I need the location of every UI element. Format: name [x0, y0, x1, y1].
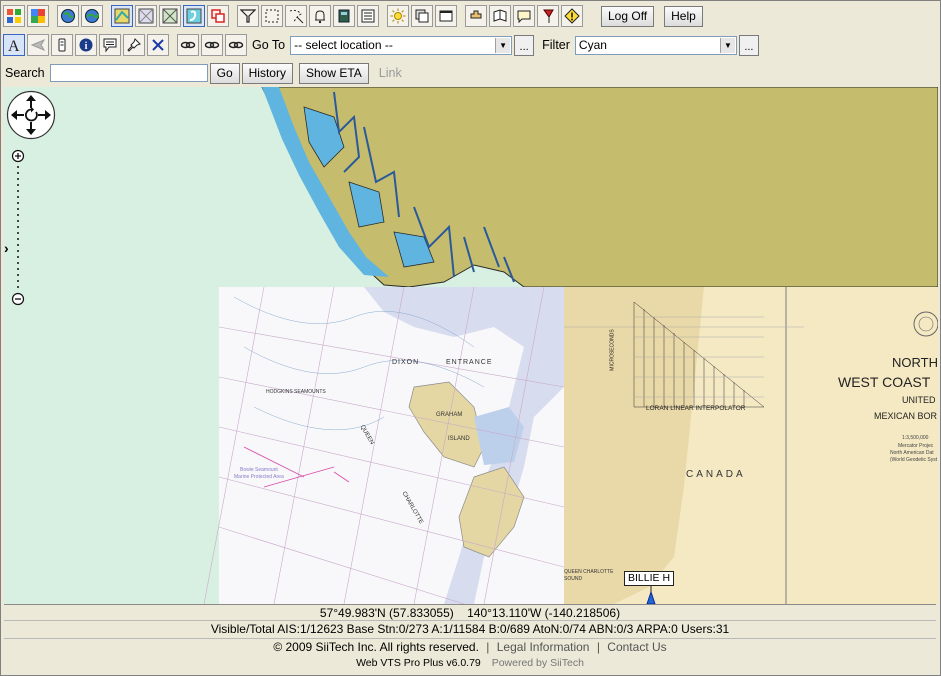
legal-information-link[interactable]: Legal Information — [497, 640, 590, 654]
history-button[interactable]: History — [241, 62, 293, 84]
zoom-control — [11, 149, 25, 309]
help-button[interactable]: Help — [664, 5, 703, 27]
chart-title-west-coast: WEST COAST — [838, 374, 931, 390]
layer-yellow-icon[interactable] — [111, 5, 133, 27]
coordinates-readout: 57°49.983'N (57.833055) 140°13.110'W (-1… — [4, 604, 936, 621]
info-icon[interactable]: i — [75, 34, 97, 56]
sun-icon[interactable] — [387, 5, 409, 27]
link-3-icon[interactable] — [225, 34, 247, 56]
version-text: Web VTS Pro Plus v6.0.79 — [356, 657, 481, 669]
go-button[interactable]: Go — [209, 62, 240, 84]
copyright-text: © 2009 SiiTech Inc. All rights reserved. — [273, 640, 479, 654]
chart-label-dixon: DIXON — [392, 359, 420, 366]
pan-control[interactable] — [6, 90, 56, 140]
chart-label-hodgkins: HODGKINS SEAMOUNTS — [266, 389, 326, 395]
secondary-toolbar: A i Go To -- select location -- ▼ ... Fi… — [3, 32, 759, 58]
text-tool-icon[interactable]: A — [3, 34, 25, 56]
chart-title-mexican: MEXICAN BOR — [874, 411, 938, 421]
warning-icon[interactable] — [561, 5, 583, 27]
zoom-level-marker-icon[interactable]: › — [4, 241, 9, 255]
footer-divider: | — [486, 640, 490, 654]
vessel-counts: Visible/Total AIS:1/12623 Base Stn:0/273… — [4, 622, 936, 639]
filter-select-value: Cyan — [578, 38, 607, 52]
chart-label-bowie: Bowie Seamount — [240, 467, 278, 473]
windows-icon[interactable] — [3, 5, 25, 27]
goto-select-value: -- select location -- — [294, 38, 393, 52]
windows-stack-icon[interactable] — [411, 5, 433, 27]
log-off-button[interactable]: Log Off — [601, 5, 655, 27]
chart-label-canada: CANADA — [686, 469, 746, 480]
chart-datum: North American Dat — [890, 450, 934, 456]
chevron-down-icon[interactable]: ▼ — [495, 37, 511, 53]
chart-label-mpa: Marine Protected Area — [234, 474, 284, 480]
link-link[interactable]: Link — [371, 66, 402, 80]
show-eta-button[interactable]: Show ETA — [298, 62, 369, 84]
chart-title-united: UNITED — [902, 395, 936, 405]
layer-red-icon[interactable] — [207, 5, 229, 27]
chart-label-loran: LORAN LINEAR INTERPOLATOR — [646, 405, 746, 412]
vessel-label-billie-h[interactable]: BILLIE H — [624, 571, 675, 586]
google-icon[interactable] — [27, 5, 49, 27]
pointer-icon[interactable] — [27, 34, 49, 56]
filter-select[interactable]: Cyan ▼ — [574, 35, 737, 55]
layer-cyan-icon[interactable] — [183, 5, 205, 27]
select-rect-icon[interactable] — [261, 5, 283, 27]
zoom-slider[interactable] — [11, 149, 25, 309]
flag-icon[interactable] — [537, 5, 559, 27]
window-icon[interactable] — [435, 5, 457, 27]
search-toolbar: Search Go History Show ETA Link — [3, 61, 402, 85]
bell-icon[interactable] — [309, 5, 331, 27]
footer-links: © 2009 SiiTech Inc. All rights reserved.… — [4, 640, 936, 657]
map-view[interactable]: DIXON ENTRANCE HODGKINS SEAMOUNTS GRAHAM… — [4, 87, 938, 604]
chart-geodetic: (World Geodetic Syst — [890, 457, 938, 463]
filter-more-button[interactable]: ... — [738, 34, 759, 56]
map-canvas[interactable] — [4, 87, 938, 604]
chart-label-graham: GRAHAM — [436, 412, 463, 418]
filter-label: Filter — [542, 38, 570, 52]
chart-label-entrance: ENTRANCE — [446, 359, 493, 366]
device-icon[interactable] — [51, 34, 73, 56]
comment-icon[interactable] — [99, 34, 121, 56]
globe-1-icon[interactable] — [57, 5, 79, 27]
chart-scale: 1:3,500,000 — [902, 435, 929, 441]
version-info: Web VTS Pro Plus v6.0.79 Powered by SiiT… — [4, 656, 936, 670]
chart-label-island: ISLAND — [448, 436, 470, 442]
search-label: Search — [5, 66, 45, 80]
goto-label: Go To — [252, 38, 286, 52]
contact-us-link[interactable]: Contact Us — [607, 640, 666, 654]
pushpin-icon[interactable] — [123, 34, 145, 56]
svg-text:A: A — [8, 38, 20, 54]
svg-text:i: i — [85, 41, 88, 52]
chart-projection: Mercator Projec — [898, 443, 934, 449]
link-2-icon[interactable] — [201, 34, 223, 56]
book-icon[interactable] — [489, 5, 511, 27]
powered-by-text: Powered by SiiTech — [491, 657, 584, 669]
layer-grid-icon[interactable] — [135, 5, 157, 27]
note-icon[interactable] — [513, 5, 535, 27]
ship-icon[interactable] — [333, 5, 355, 27]
main-toolbar: Log Off Help — [3, 3, 703, 29]
close-icon[interactable] — [147, 34, 169, 56]
layer-cross-icon[interactable] — [159, 5, 181, 27]
filter-icon[interactable] — [237, 5, 259, 27]
search-input[interactable] — [49, 64, 208, 82]
chart-title-north: NORTH — [892, 355, 938, 370]
footer-divider: | — [596, 640, 600, 654]
chart-label-microseconds: MICROSECONDS — [609, 329, 616, 371]
lasso-icon[interactable] — [285, 5, 307, 27]
goto-more-button[interactable]: ... — [514, 34, 535, 56]
chart-label-qc-sound: QUEEN CHARLOTTE SOUND — [564, 569, 614, 582]
list-icon[interactable] — [357, 5, 379, 27]
pan-arrows-icon[interactable] — [6, 90, 56, 140]
pan-icon[interactable] — [465, 5, 487, 27]
chevron-down-icon[interactable]: ▼ — [719, 37, 735, 53]
goto-select[interactable]: -- select location -- ▼ — [290, 35, 513, 55]
link-1-icon[interactable] — [177, 34, 199, 56]
globe-2-icon[interactable] — [81, 5, 103, 27]
